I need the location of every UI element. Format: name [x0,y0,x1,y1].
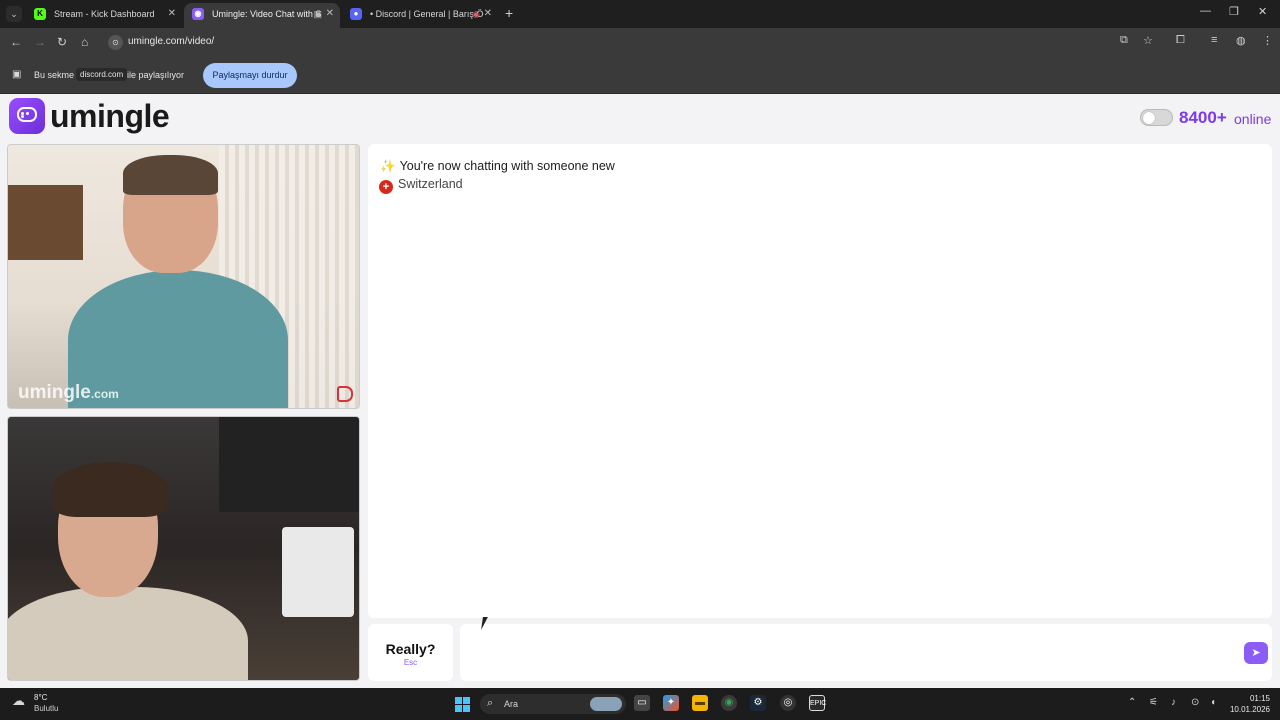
share-text-before: Bu sekme [34,70,75,80]
new-tab-button[interactable]: + [505,5,513,21]
chat-panel [368,144,1272,618]
dots-icon [21,112,33,118]
bookmark-star-icon[interactable]: ☆ [1143,34,1153,47]
forward-icon[interactable]: → [34,35,46,49]
screen-share-icon: ▣ [12,69,22,80]
volume-icon[interactable]: ◖ [1210,697,1216,708]
skip-button-label: Really? [385,641,436,657]
recording-icon: ◉ [472,9,480,19]
minimize-icon[interactable]: — [1200,5,1211,17]
tab-sharing-bar [0,56,1280,94]
reading-list-icon[interactable]: ≡ [1211,34,1217,46]
search-highlight-image [590,697,622,711]
online-label: online [1234,111,1272,127]
close-icon[interactable]: ✕ [484,3,492,25]
weather-desc[interactable]: Bulutlu [34,704,58,713]
system-clock[interactable]: 01:15 10.01.2026 [1226,693,1270,715]
close-icon[interactable]: ✕ [168,3,176,25]
start-windows-icon[interactable] [455,697,470,712]
stranger-person [68,155,288,408]
search-placeholder[interactable]: Ara [504,699,518,709]
tab-title: Stream - Kick Dashboard [54,9,155,19]
umingle-icon: ◉ [192,8,204,20]
message-text: You're now chatting with someone new [399,159,615,173]
steam-icon[interactable]: ⚙ [750,695,766,711]
microphone-icon[interactable]: ♪ [1171,697,1176,708]
online-toggle[interactable] [1140,109,1173,126]
logo-text[interactable]: umingle [50,98,170,135]
umingle-watermark: umingle.com [18,382,119,403]
tab-title: Umingle: Video Chat with S [212,9,322,19]
tray-chevron-icon[interactable]: ⌃ [1128,697,1136,708]
tab-umingle[interactable]: ◉ Umingle: Video Chat with S ▣ ✕ [184,3,340,28]
self-video [7,416,360,681]
tab-search-button[interactable]: ⌄ [6,6,22,22]
skip-button-hint: Esc [403,658,418,667]
extensions-icon[interactable]: ⧠ [1176,34,1185,47]
restore-icon[interactable]: ❐ [1229,5,1239,18]
copilot-icon[interactable]: ✦ [663,695,679,711]
share-domain: discord.com [76,68,128,81]
clock-time: 01:15 [1249,694,1270,703]
network-icon[interactable]: ⚟ [1149,697,1158,708]
stop-sharing-button[interactable]: Paylaşmayı durdur [203,63,297,88]
stranger-video: umingle.com [7,144,360,409]
tab-kick-dashboard[interactable]: K Stream - Kick Dashboard ✕ [26,3,182,28]
task-view-icon[interactable]: ▭ [634,695,650,711]
obs-icon[interactable]: ◎ [780,695,796,711]
file-explorer-icon[interactable]: ▬ [692,695,708,711]
url-text[interactable]: umingle.com/video/ [128,36,214,47]
kick-icon: K [34,8,46,20]
self-person [8,462,248,680]
profile-icon[interactable]: ◍ [1236,34,1246,47]
back-icon[interactable]: ← [10,35,22,49]
tab-title: • Discord | General | Barış Ö [370,9,484,19]
menu-icon[interactable]: ⋮ [1262,34,1273,47]
home-icon[interactable]: ⌂ [81,35,88,49]
sparkles-icon: ✨ [380,159,396,173]
address-bar[interactable] [104,32,1164,52]
weather-cloud-icon[interactable]: ☁ [12,693,25,709]
switzerland-flag-icon: + [379,180,393,194]
share-text-after: ile paylaşılıyor [127,70,185,80]
wifi-icon[interactable]: ⊙ [1191,697,1199,708]
video-background [282,527,354,617]
window-close-icon[interactable]: ✕ [1258,5,1267,18]
country-message: + Switzerland [379,177,463,194]
weather-temp[interactable]: 8°C [34,693,47,702]
site-info-icon[interactable]: ⊙ [108,35,123,50]
country-text: Switzerland [398,177,463,191]
toggle-knob [1143,112,1155,124]
close-icon[interactable]: ✕ [326,3,334,25]
translate-icon[interactable]: ⧉ [1120,34,1128,47]
tab-discord[interactable]: ● • Discord | General | Barış Ö ◉ ✕ [342,3,498,28]
discord-icon: ● [350,8,362,20]
umingle-logo-icon[interactable] [9,98,45,134]
video-background [8,185,83,260]
reload-icon[interactable]: ↻ [57,35,67,49]
online-count: 8400+ [1179,108,1227,127]
skip-button[interactable]: Really? Esc [368,624,453,681]
clock-date: 10.01.2026 [1229,705,1270,714]
epic-games-icon[interactable]: EPIC [809,695,826,711]
system-message: ✨ You're now chatting with someone new [380,159,615,174]
report-flag-icon[interactable] [337,386,353,402]
chat-input[interactable] [460,624,1272,681]
screen-share-icon[interactable]: ▣ [313,3,322,25]
send-icon[interactable]: ➤ [1244,642,1268,664]
search-icon: ⌕ [487,697,494,709]
chrome-icon[interactable]: ◉ [721,695,737,711]
video-background [219,417,359,512]
